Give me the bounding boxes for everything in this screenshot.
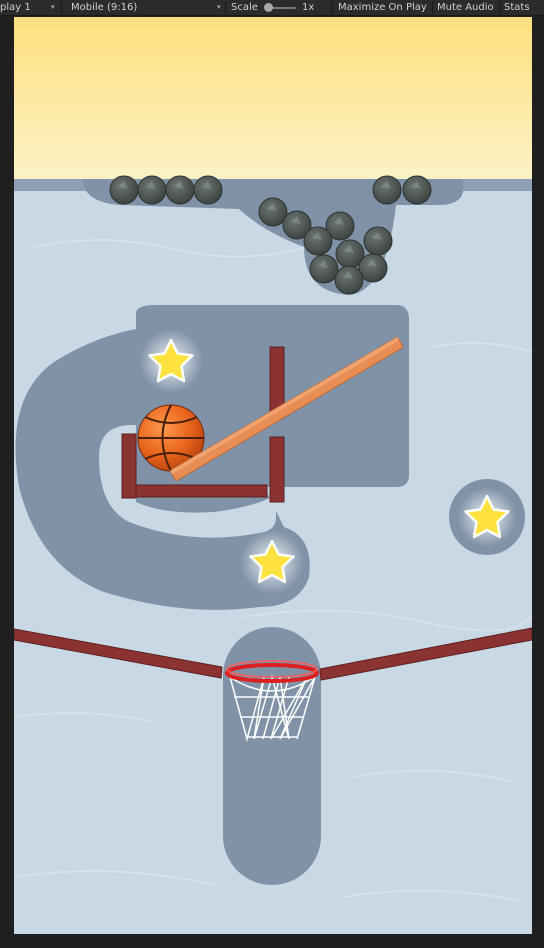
toolbar-divider — [499, 1, 500, 14]
wood-floor-beam — [135, 484, 268, 498]
toolbar-divider — [332, 1, 333, 14]
star-collectible — [240, 530, 304, 594]
boulder-icon — [303, 226, 333, 256]
wood-post-lower — [269, 436, 285, 503]
boulder-icon — [363, 226, 393, 256]
game-viewport[interactable] — [14, 17, 532, 934]
game-view-toolbar: play 1 ▾ Mobile (9:16) ▾ Scale 1x Maximi… — [0, 0, 544, 16]
boulder-icon — [193, 175, 223, 205]
editor-frame-bottom — [0, 934, 544, 948]
aspect-dropdown[interactable]: Mobile (9:16) — [71, 0, 191, 15]
boulder-icon — [309, 254, 339, 284]
display-dropdown[interactable]: play 1 — [0, 0, 52, 15]
aspect-dropdown-arrow-icon[interactable]: ▾ — [217, 0, 221, 15]
star-collectible — [139, 329, 203, 393]
mute-audio-toggle[interactable]: Mute Audio — [437, 0, 494, 15]
toolbar-divider — [432, 1, 433, 14]
maximize-on-play-toggle[interactable]: Maximize On Play — [338, 0, 427, 15]
stats-toggle[interactable]: Stats — [504, 0, 530, 15]
scale-label: Scale — [231, 2, 258, 13]
boulder-icon — [372, 175, 402, 205]
boulder-icon — [109, 175, 139, 205]
game-scene[interactable] — [14, 17, 532, 934]
boulder-icon — [402, 175, 432, 205]
scale-slider-handle[interactable] — [264, 3, 273, 12]
toolbar-divider — [225, 1, 226, 14]
boulder-icon — [334, 265, 364, 295]
boulder-icon — [258, 197, 288, 227]
toolbar-divider — [61, 1, 62, 14]
boulder-icon — [137, 175, 167, 205]
sky — [14, 17, 532, 181]
wood-post-left — [121, 433, 137, 499]
star-collectible — [457, 487, 517, 547]
wood-post-upper — [269, 346, 285, 413]
boulder-icon — [165, 175, 195, 205]
display-dropdown-arrow-icon[interactable]: ▾ — [51, 0, 55, 15]
scale-value: 1x — [302, 2, 315, 13]
